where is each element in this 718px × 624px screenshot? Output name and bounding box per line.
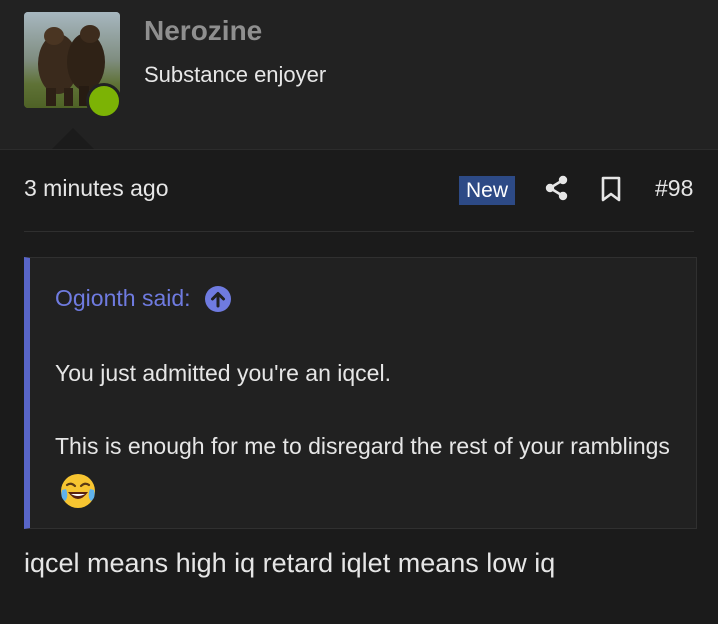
post-body-text: iqcel means high iq retard iqlet means l…: [24, 548, 556, 578]
quote-line-2: This is enough for me to disregard the r…: [55, 425, 675, 511]
bookmark-button[interactable]: [600, 176, 622, 202]
quote-header: Ogionth said:: [55, 285, 231, 313]
quote-line-2-text: This is enough for me to disregard the r…: [55, 433, 670, 459]
meta-divider: [24, 231, 694, 232]
quote-block: Ogionth said: You just admitted you're a…: [24, 257, 697, 529]
quote-author-link[interactable]: Ogionth said:: [55, 285, 191, 311]
arrow-up-circle-icon: [210, 291, 225, 307]
online-status-indicator: [86, 83, 122, 119]
post-meta-bar: 3 minutes ago New #98: [0, 160, 718, 220]
bookmark-icon: [601, 176, 621, 202]
avatar[interactable]: [24, 12, 122, 119]
share-icon: [545, 175, 568, 201]
new-badge: New: [459, 176, 516, 205]
laughing-crying-emoji-icon: [59, 472, 97, 510]
user-title: Substance enjoyer: [144, 62, 327, 87]
jump-to-quote-button[interactable]: [204, 285, 231, 312]
share-button[interactable]: [545, 175, 569, 201]
username[interactable]: Nerozine: [144, 15, 262, 47]
post-timestamp[interactable]: 3 minutes ago: [24, 175, 168, 202]
header-pointer: [52, 128, 94, 149]
user-header: Nerozine Substance enjoyer: [0, 0, 718, 150]
post-number-link[interactable]: #98: [655, 175, 693, 202]
quote-line-1: You just admitted you're an iqcel.: [55, 360, 391, 386]
